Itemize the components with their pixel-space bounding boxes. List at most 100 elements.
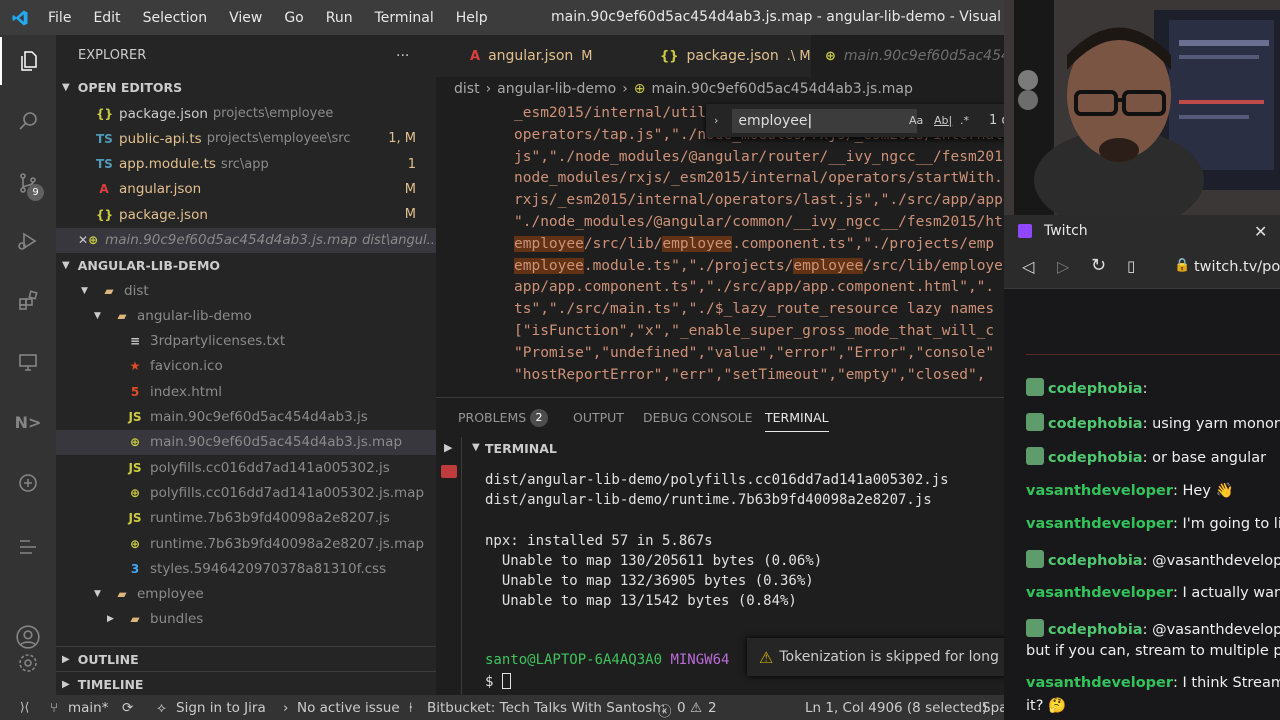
- terminal-instance-icon[interactable]: [441, 465, 457, 478]
- match-case-toggle[interactable]: Aa: [909, 114, 923, 127]
- close-icon[interactable]: ✕: [78, 233, 88, 247]
- file-item[interactable]: ⊕ runtime.7b63b9fd40098a2e8207.js.map: [56, 531, 436, 556]
- error-count[interactable]: 0: [677, 700, 686, 716]
- tab-problems[interactable]: PROBLEMS: [458, 410, 526, 425]
- file-item[interactable]: ⊕ polyfills.cc016dd7ad141a005302.js.map: [56, 480, 436, 505]
- chat-username[interactable]: vasanthdeveloper: [1026, 483, 1173, 499]
- active-issue[interactable]: No active issue: [297, 700, 400, 716]
- file-item[interactable]: JS runtime.7b63b9fd40098a2e8207.js: [56, 506, 436, 531]
- breadcrumb-item[interactable]: main.90c9ef60d5ac454d4ab3.js.map: [652, 81, 913, 97]
- terminal-input-line[interactable]: $: [485, 673, 511, 693]
- folder-item[interactable]: ▼ ▰ angular-lib-demo: [56, 303, 436, 328]
- warning-count[interactable]: 2: [708, 700, 717, 716]
- timeline-view-icon[interactable]: [0, 523, 56, 571]
- toggle-replace-icon[interactable]: ›: [714, 114, 718, 127]
- remote-explorer-icon[interactable]: [0, 338, 56, 386]
- folder-icon: ▰: [117, 587, 127, 602]
- javascript-file-icon: JS: [128, 460, 142, 475]
- chat-username[interactable]: vasanthdeveloper: [1026, 516, 1173, 532]
- chat-username[interactable]: vasanthdeveloper: [1026, 585, 1173, 601]
- folder-item[interactable]: ▼ ▰ dist: [56, 278, 436, 303]
- file-item[interactable]: 3 styles.5946420970378a81310f.css: [56, 556, 436, 581]
- gitlens-icon[interactable]: [0, 459, 56, 507]
- extensions-icon[interactable]: [0, 277, 56, 325]
- file-item[interactable]: 5 index.html: [56, 379, 436, 404]
- file-item[interactable]: JS polyfills.cc016dd7ad141a005302.js: [56, 455, 436, 480]
- chat-username[interactable]: codephobia: [1048, 381, 1143, 397]
- open-editor-item[interactable]: {} package.json projects\employee: [56, 101, 436, 126]
- reload-icon[interactable]: ↻: [1091, 255, 1106, 276]
- file-item[interactable]: ★ favicon.ico: [56, 354, 436, 379]
- remote-icon[interactable]: ⟩⟨: [20, 700, 29, 714]
- open-editor-item[interactable]: TS app.module.ts src\app 1: [56, 152, 436, 177]
- cursor-position[interactable]: Ln 1, Col 4906 (8 selected): [805, 700, 987, 716]
- open-editor-item[interactable]: ✕ ⊕ main.90c9ef60d5ac454d4ab3.js.map dist\a…: [56, 227, 436, 253]
- sync-icon[interactable]: ⟳: [122, 700, 133, 716]
- open-editors-section[interactable]: ▼ OPEN EDITORS: [56, 75, 436, 100]
- whole-word-toggle[interactable]: Ab|: [934, 114, 952, 127]
- moderator-badge-icon: [1026, 413, 1044, 431]
- menu-item-go[interactable]: Go: [273, 10, 314, 26]
- chat-username[interactable]: codephobia: [1048, 450, 1143, 466]
- chat-text: Hey 👋: [1182, 483, 1234, 499]
- bookmark-icon[interactable]: ▯: [1127, 257, 1135, 275]
- menu-item-file[interactable]: File: [37, 10, 82, 26]
- tab-output[interactable]: OUTPUT: [573, 410, 624, 425]
- nx-console-icon[interactable]: N>: [0, 398, 56, 446]
- breadcrumb-item[interactable]: dist: [454, 81, 480, 97]
- address-bar[interactable]: twitch.tv/po: [1194, 259, 1280, 275]
- folder-item[interactable]: ▼ ▰ employee: [56, 582, 436, 607]
- jira-sign-in[interactable]: Sign in to Jira: [176, 700, 266, 716]
- source-control-icon[interactable]: 9: [0, 159, 56, 207]
- open-editor-item[interactable]: Aangular.json M: [56, 177, 436, 202]
- regex-toggle[interactable]: .*: [960, 114, 969, 127]
- chat-username[interactable]: codephobia: [1048, 553, 1143, 569]
- tab-modified-indicator: .\ M: [786, 48, 811, 64]
- back-icon[interactable]: ◁: [1022, 257, 1034, 276]
- file-item[interactable]: ≡ 3rdpartylicenses.txt: [56, 329, 436, 354]
- search-icon[interactable]: [0, 97, 56, 145]
- more-actions-icon[interactable]: ···: [396, 48, 409, 64]
- settings-gear-icon[interactable]: [0, 639, 56, 687]
- outline-section[interactable]: ▶ OUTLINE: [56, 646, 436, 671]
- explorer-icon[interactable]: [0, 37, 56, 85]
- lock-icon: 🔒: [1174, 258, 1191, 273]
- bitbucket-icon: ⍿: [409, 700, 413, 716]
- tab-terminal[interactable]: TERMINAL: [765, 410, 829, 432]
- chevron-down-icon: ▼: [62, 260, 70, 271]
- forward-icon[interactable]: ▷: [1057, 257, 1069, 276]
- sourcemap-file-icon: ⊕: [129, 536, 141, 551]
- chat-username[interactable]: codephobia: [1048, 416, 1143, 432]
- chat-username[interactable]: codephobia: [1048, 622, 1143, 638]
- find-input[interactable]: employee | Aa Ab| .*: [732, 108, 969, 133]
- menu-item-view[interactable]: View: [218, 10, 273, 26]
- notification-toast[interactable]: ⚠ Tokenization is skipped for long li: [747, 638, 1017, 676]
- menu-item-terminal[interactable]: Terminal: [364, 10, 445, 26]
- code-editor[interactable]: _esm2015/internal/utiloperators/tap.js",…: [436, 101, 1010, 397]
- status-bar: ⟩⟨ ⑂ main* ⟳ ⟡ Sign in to Jira › No acti…: [0, 695, 1010, 720]
- tab-debug-console[interactable]: DEBUG CONSOLE: [643, 410, 752, 425]
- project-section[interactable]: ▼ ANGULAR-LIB-DEMO: [56, 253, 436, 278]
- menu-item-run[interactable]: Run: [315, 10, 364, 26]
- json-file-icon: {}: [96, 207, 114, 222]
- moderator-badge-icon: [1026, 447, 1044, 465]
- menu-item-help[interactable]: Help: [445, 10, 499, 26]
- menu-item-edit[interactable]: Edit: [82, 10, 131, 26]
- branch-name[interactable]: main*: [68, 700, 108, 716]
- chat-username[interactable]: vasanthdeveloper: [1026, 675, 1173, 691]
- tab-package-json[interactable]: {} package.json .\ M: [646, 35, 825, 77]
- timeline-section[interactable]: ▶ TIMELINE: [56, 671, 436, 695]
- breadcrumb-item[interactable]: angular-lib-demo: [497, 81, 616, 97]
- file-item[interactable]: ⊕ main.90c9ef60d5ac454d4ab3.js.map: [56, 429, 436, 455]
- open-editor-item[interactable]: TS public-api.ts projects\employee\src 1, M: [56, 126, 436, 151]
- file-item[interactable]: JS main.90c9ef60d5ac454d4ab3.js: [56, 405, 436, 430]
- tab-angular-json[interactable]: Aangular.json M: [456, 35, 607, 77]
- close-icon[interactable]: ✕: [1254, 222, 1267, 241]
- chat-message: vasanthdeveloper: I'm going to livest: [1026, 516, 1280, 532]
- menu-item-selection[interactable]: Selection: [132, 10, 219, 26]
- folder-item[interactable]: ▶ ▰ bundles: [56, 607, 436, 632]
- chevron-right-icon[interactable]: ▶: [444, 441, 452, 454]
- bitbucket-status[interactable]: Bitbucket: Tech Talks With Santosh:: [427, 700, 665, 716]
- run-debug-icon[interactable]: [0, 217, 56, 265]
- open-editor-item[interactable]: {} package.json M: [56, 202, 436, 227]
